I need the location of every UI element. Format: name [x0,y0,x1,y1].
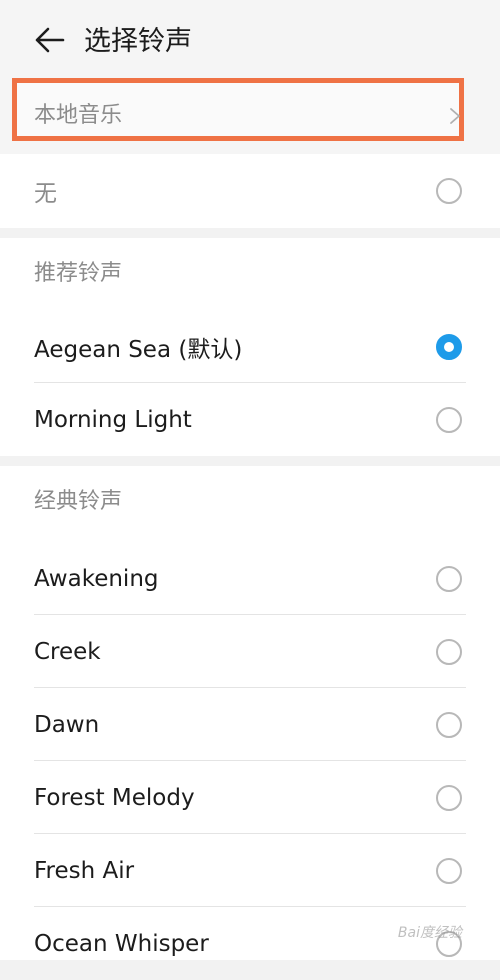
ringtone-label: Awakening [34,565,159,592]
arrow-left-icon [35,27,65,53]
ringtone-row-none[interactable]: 无 [0,154,500,227]
radio-button[interactable] [436,406,462,433]
radio-button[interactable] [436,638,462,665]
chevron-right-icon [450,108,460,124]
radio-button-selected[interactable] [436,333,462,360]
ringtone-row[interactable]: Aegean Sea (默认) [0,310,500,383]
ringtone-label: Fresh Air [34,857,135,884]
header-bar: 选择铃声 [0,0,500,74]
ringtone-row[interactable]: Ocean Whisper [0,907,500,980]
ringtone-row[interactable]: Fresh Air [0,834,500,907]
local-music-item[interactable]: 本地音乐 [0,74,500,154]
local-music-label: 本地音乐 [34,103,123,128]
section-header: 推荐铃声 [34,261,123,286]
none-card: 无 [0,154,500,228]
back-button[interactable] [30,20,70,60]
page-title: 选择铃声 [84,26,192,57]
radio-button[interactable] [436,857,462,884]
ringtone-row[interactable]: Creek [0,615,500,688]
classic-section: 经典铃声 Awakening Creek Dawn Forest Melody … [0,466,500,960]
ringtone-label: Creek [34,638,101,665]
radio-button[interactable] [436,177,462,204]
ringtone-label: Ocean Whisper [34,930,209,957]
ringtone-row[interactable]: Morning Light [0,383,500,456]
ringtone-row[interactable]: Dawn [0,688,500,761]
ringtone-row[interactable]: Awakening [0,542,500,615]
radio-button[interactable] [436,784,462,811]
section-header: 经典铃声 [34,489,123,514]
ringtone-label: 无 [34,180,57,207]
recommended-section: 推荐铃声 Aegean Sea (默认) Morning Light [0,238,500,456]
watermark: Bai度经验 [397,925,462,941]
ringtone-label: Aegean Sea (默认) [34,336,243,363]
ringtone-label: Forest Melody [34,784,195,811]
radio-button[interactable] [436,711,462,738]
ringtone-label: Dawn [34,711,100,738]
ringtone-label: Morning Light [34,406,192,433]
radio-button[interactable] [436,565,462,592]
ringtone-row[interactable]: Forest Melody [0,761,500,834]
